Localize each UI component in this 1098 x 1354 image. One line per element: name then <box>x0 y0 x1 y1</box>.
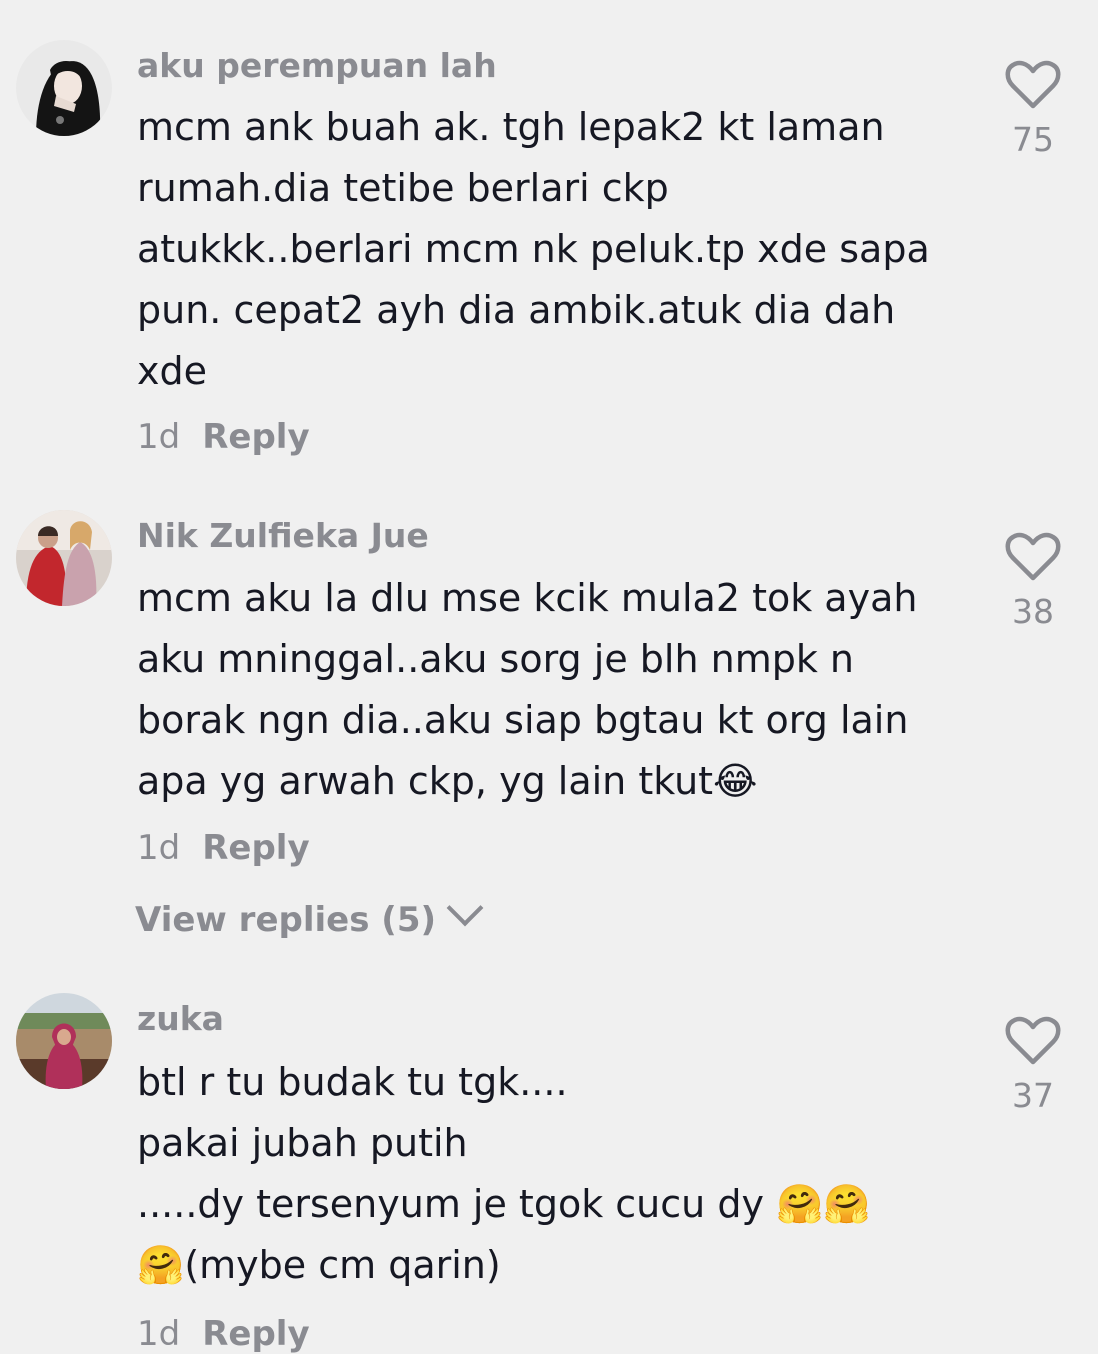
like-button[interactable]: 37 <box>992 1016 1074 1116</box>
comment-timestamp: 1d <box>137 828 181 868</box>
comment-text: btl r tu budak tu tgk.... pakai jubah pu… <box>137 1060 871 1287</box>
view-replies-button[interactable]: View replies (5) <box>135 889 484 940</box>
reply-button[interactable]: Reply <box>202 1314 309 1354</box>
heart-outline-icon <box>1005 532 1061 581</box>
avatar[interactable] <box>16 993 112 1089</box>
comment-meta: 1d Reply <box>137 1314 310 1354</box>
comment-timestamp: 1d <box>137 1314 181 1354</box>
comment-text: mcm aku la dlu mse kcik mula2 tok ayah a… <box>137 576 918 803</box>
like-button[interactable]: 38 <box>992 532 1074 632</box>
like-button[interactable]: 75 <box>992 60 1074 160</box>
comment-text: mcm ank buah ak. tgh lepak2 kt laman rum… <box>137 105 930 393</box>
heart-outline-icon <box>1005 1016 1061 1065</box>
heart-outline-icon <box>1005 60 1061 109</box>
avatar[interactable] <box>16 40 112 136</box>
comment-username[interactable]: aku perempuan lah <box>137 46 497 86</box>
reply-button[interactable]: Reply <box>202 828 309 868</box>
view-replies-label: View replies (5) <box>135 900 437 940</box>
reply-button[interactable]: Reply <box>202 417 309 457</box>
like-count: 37 <box>1012 1076 1054 1115</box>
avatar[interactable] <box>16 510 112 606</box>
comment-username[interactable]: Nik Zulfieka Jue <box>137 516 429 556</box>
comment-meta: 1d Reply <box>137 828 310 868</box>
chevron-down-icon <box>446 889 484 927</box>
comment-timestamp: 1d <box>137 417 181 457</box>
like-count: 75 <box>1012 120 1054 159</box>
like-count: 38 <box>1012 592 1054 631</box>
comment-meta: 1d Reply <box>137 417 310 457</box>
comment-username[interactable]: zuka <box>137 999 224 1039</box>
